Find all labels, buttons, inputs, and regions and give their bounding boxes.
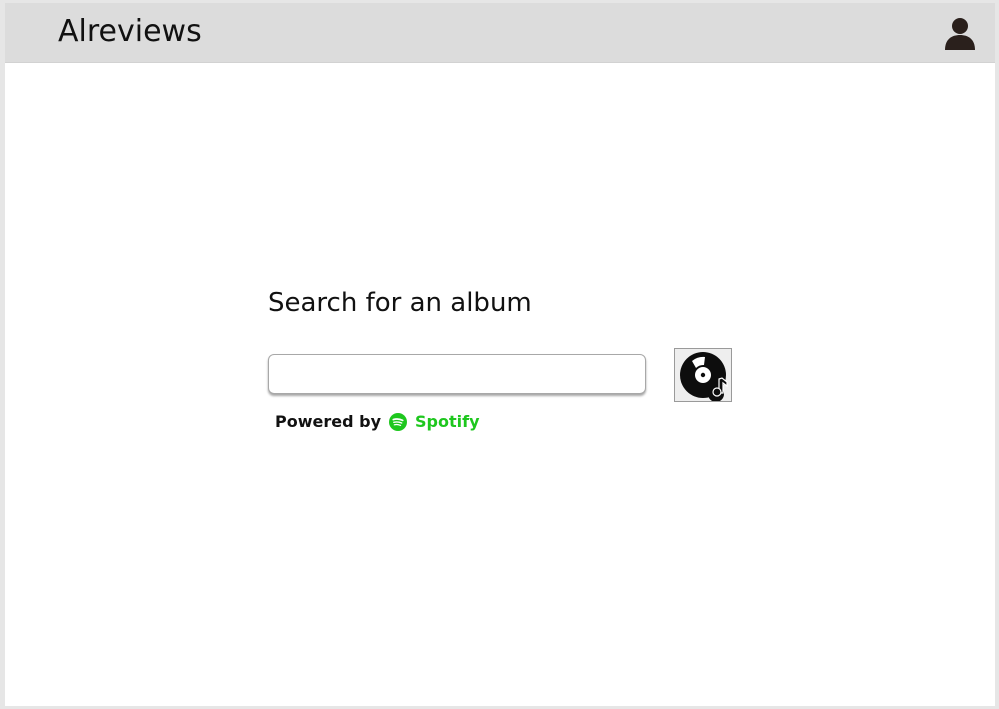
spotify-link[interactable]: Spotify	[389, 412, 480, 431]
vinyl-record-icon	[680, 352, 728, 401]
powered-by-attribution: Powered by Spotify	[275, 412, 480, 431]
app-window: Alreviews Search for an album Powered by	[5, 3, 995, 706]
user-icon[interactable]	[942, 15, 978, 51]
album-search-input[interactable]	[268, 354, 646, 394]
app-title: Alreviews	[58, 14, 202, 49]
spotify-label: Spotify	[415, 412, 480, 431]
search-submit-button[interactable]	[674, 348, 732, 402]
search-heading: Search for an album	[268, 288, 532, 318]
spotify-icon	[389, 412, 407, 431]
powered-by-label: Powered by	[275, 412, 381, 431]
top-bar: Alreviews	[5, 3, 995, 63]
